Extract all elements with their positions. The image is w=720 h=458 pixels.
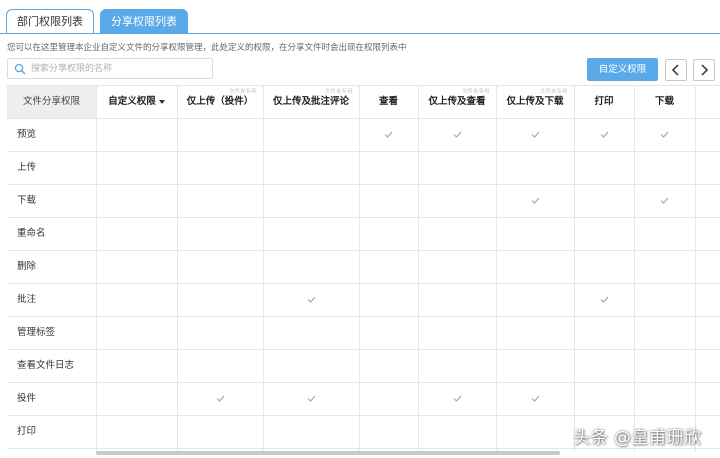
check-icon	[660, 131, 669, 138]
row-label: 预览	[17, 129, 37, 140]
folder-only-tag: 文件夹专用	[540, 89, 568, 95]
column-divider	[177, 85, 178, 452]
search-input[interactable]	[31, 61, 209, 77]
permission-table: 文件分享权限 自定义权限 仅上传（投件） 文件夹专用 仅上传及批注评论 文件夹专用 查看仅…	[7, 85, 720, 452]
search-box[interactable]	[7, 58, 213, 79]
column-header-label: 打印	[594, 96, 614, 107]
row-divider	[7, 283, 720, 284]
row-divider	[7, 448, 720, 449]
column-divider	[574, 85, 575, 452]
column-divider	[496, 85, 497, 452]
chevron-right-icon	[701, 64, 709, 76]
check-icon	[660, 197, 669, 204]
row-divider	[7, 382, 720, 383]
column-header-label: 仅上传及下载	[506, 96, 564, 107]
tab-share-permissions[interactable]: 分享权限列表	[100, 9, 188, 34]
column-header-label: 查看	[378, 96, 398, 107]
tab-underline	[0, 33, 720, 34]
check-icon	[453, 131, 461, 138]
row-label: 重命名	[17, 228, 46, 239]
row-label: 删除	[17, 261, 37, 272]
row-label: 下载	[17, 195, 37, 206]
column-header-label: 仅上传及批注评论	[272, 96, 349, 107]
column-header[interactable]: 自定义权限	[96, 85, 177, 118]
check-icon	[307, 296, 315, 303]
row-divider	[7, 151, 720, 152]
column-divider	[359, 85, 360, 452]
row-divider	[7, 349, 720, 350]
scroll-left-button[interactable]	[665, 59, 687, 81]
column-divider	[695, 85, 696, 452]
column-header-label: 下载	[654, 96, 674, 107]
check-icon	[307, 395, 315, 402]
row-label: 管理标签	[17, 327, 56, 338]
horizontal-scrollbar[interactable]	[96, 451, 560, 455]
corner-label: 文件分享权限	[22, 96, 80, 107]
column-header-label: 仅上传（投件）	[186, 96, 254, 107]
row-label: 批注	[17, 294, 37, 305]
check-icon	[600, 296, 608, 303]
column-header[interactable]: 打	[695, 85, 720, 118]
column-divider	[96, 85, 97, 452]
custom-permission-button[interactable]: 自定义权限	[587, 58, 658, 81]
check-icon	[384, 131, 393, 138]
column-header[interactable]: 打印	[574, 85, 634, 118]
chevron-left-icon	[671, 64, 679, 76]
watermark: 头条 @皇甫珊欣	[573, 428, 702, 448]
scroll-right-button[interactable]	[693, 59, 715, 81]
folder-only-tag: 文件夹专用	[325, 89, 353, 95]
row-label: 投件	[17, 393, 37, 404]
tab-bar: 部门权限列表 分享权限列表	[0, 0, 720, 34]
page-description: 您可以在这里管理本企业自定义文件的分享权限管理，此处定义的权限，在分享文件时会出…	[7, 43, 407, 53]
column-header-label: 仅上传及查看	[428, 96, 486, 107]
row-divider	[7, 250, 720, 251]
column-header[interactable]: 下载	[634, 85, 695, 118]
row-label: 查看文件日志	[17, 360, 75, 371]
column-header-label: 自定义权限	[108, 96, 156, 107]
row-divider	[7, 118, 720, 119]
row-divider	[7, 184, 720, 185]
check-icon	[216, 395, 224, 402]
row-label: 打印	[17, 426, 37, 437]
column-header[interactable]: 查看	[359, 85, 418, 118]
check-icon	[600, 131, 608, 138]
header-top-border	[7, 85, 720, 86]
row-divider	[7, 217, 720, 218]
caret-down-icon[interactable]	[158, 99, 165, 104]
folder-only-tag: 文件夹专用	[229, 89, 257, 95]
check-icon	[531, 395, 539, 402]
check-icon	[531, 131, 539, 138]
row-divider	[7, 415, 720, 416]
folder-only-tag: 文件夹专用	[462, 89, 490, 95]
row-label: 上传	[17, 162, 37, 173]
column-divider	[634, 85, 635, 452]
column-divider	[418, 85, 419, 452]
check-icon	[453, 395, 461, 402]
column-divider	[263, 85, 264, 452]
tab-department-permissions[interactable]: 部门权限列表	[6, 9, 94, 34]
check-icon	[531, 197, 539, 204]
search-icon	[14, 63, 26, 75]
row-divider	[7, 316, 720, 317]
